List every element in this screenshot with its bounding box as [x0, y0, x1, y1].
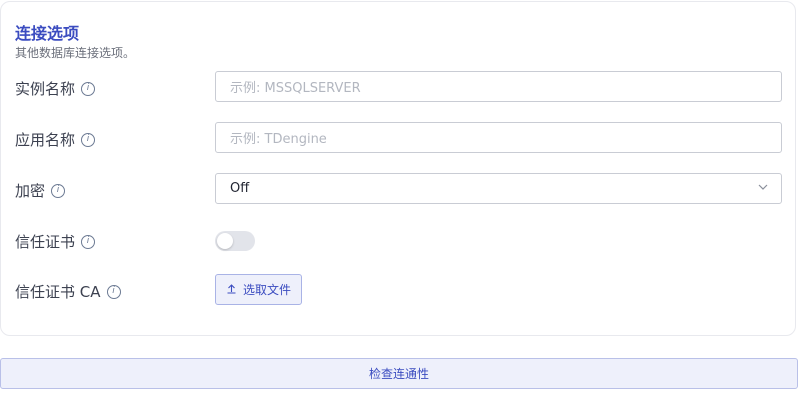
trust-cert-ca-label-text: 信任证书 CA — [15, 283, 101, 301]
app-name-placeholder: 示例: TDengine — [230, 132, 327, 147]
encrypt-select[interactable]: Off — [215, 173, 782, 204]
trust-cert-label-text: 信任证书 — [15, 233, 76, 251]
encrypt-select-value: Off — [230, 181, 250, 196]
instance-name-label-text: 实例名称 — [15, 80, 76, 98]
instance-name-placeholder: 示例: MSSQLSERVER — [230, 81, 361, 96]
trust-cert-label: 信任证书 i — [15, 231, 96, 252]
upload-icon — [226, 283, 237, 297]
choose-file-label: 选取文件 — [242, 283, 291, 297]
encrypt-label: 加密 i — [15, 180, 66, 201]
info-icon[interactable]: i — [81, 132, 96, 147]
info-icon[interactable]: i — [81, 81, 96, 96]
instance-name-input[interactable]: 示例: MSSQLSERVER — [215, 71, 782, 102]
section-title: 连接选项 — [15, 24, 80, 43]
trust-cert-toggle[interactable] — [215, 231, 255, 251]
app-name-input[interactable]: 示例: TDengine — [215, 122, 782, 153]
encrypt-label-text: 加密 — [15, 182, 46, 200]
app-name-label-text: 应用名称 — [15, 131, 76, 149]
choose-file-button[interactable]: 选取文件 — [215, 274, 302, 305]
section-subtitle: 其他数据库连接选项。 — [15, 46, 136, 60]
app-name-label: 应用名称 i — [15, 129, 96, 150]
trust-cert-ca-label: 信任证书 CA i — [15, 281, 121, 302]
instance-name-label: 实例名称 i — [15, 78, 96, 99]
info-icon[interactable]: i — [106, 284, 121, 299]
check-connectivity-button[interactable]: 检查连通性 — [0, 358, 798, 389]
info-icon[interactable]: i — [51, 183, 66, 198]
info-icon[interactable]: i — [81, 234, 96, 249]
connection-options-card: 连接选项 其他数据库连接选项。 实例名称 i 示例: MSSQLSERVER 应… — [0, 1, 796, 336]
check-connectivity-label: 检查连通性 — [368, 367, 429, 381]
toggle-knob — [217, 233, 233, 249]
chevron-down-icon — [757, 181, 769, 196]
